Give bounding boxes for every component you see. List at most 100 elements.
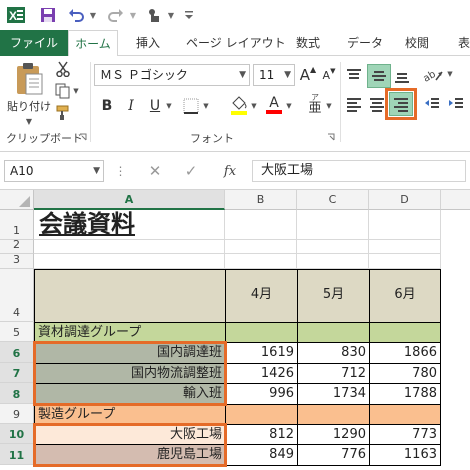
- copy-dropdown-icon[interactable]: ▼: [72, 86, 80, 96]
- cell[interactable]: [369, 254, 441, 269]
- save-icon[interactable]: [38, 6, 58, 24]
- bold-button[interactable]: B: [98, 96, 116, 116]
- worksheet-grid[interactable]: A B C D 1 2 3 4 5 6 7 8 9 10 11 会議資料 4月 …: [0, 190, 470, 470]
- align-right-icon[interactable]: [389, 92, 413, 116]
- group-label-cell[interactable]: 製造グループ: [34, 404, 226, 425]
- cut-icon[interactable]: [54, 60, 72, 78]
- tab-file[interactable]: ファイル: [0, 30, 68, 56]
- borders-icon[interactable]: [180, 96, 202, 116]
- row-header-8[interactable]: 8: [0, 383, 34, 404]
- orientation-dropdown-icon[interactable]: ▼: [446, 69, 454, 79]
- align-left-icon[interactable]: [344, 94, 364, 114]
- column-header-d[interactable]: D: [369, 190, 441, 210]
- cell[interactable]: [225, 210, 297, 240]
- row-header-5[interactable]: 5: [0, 322, 34, 342]
- tab-home[interactable]: ホーム: [68, 30, 118, 57]
- cell[interactable]: [369, 322, 441, 343]
- value-cell[interactable]: 1290: [297, 424, 370, 445]
- tab-data[interactable]: データ: [347, 30, 383, 56]
- underline-button[interactable]: U: [146, 96, 164, 116]
- cell[interactable]: [297, 240, 369, 254]
- tab-insert[interactable]: 挿入: [136, 30, 160, 56]
- row-header-11[interactable]: 11: [0, 444, 34, 465]
- grow-font-button[interactable]: A ▲: [298, 64, 318, 86]
- underline-dropdown-icon[interactable]: ▼: [165, 101, 173, 111]
- phonetic-dropdown-icon[interactable]: ▼: [325, 101, 333, 111]
- value-cell[interactable]: 849: [225, 444, 298, 466]
- cell[interactable]: [297, 210, 369, 240]
- borders-dropdown-icon[interactable]: ▼: [202, 101, 210, 111]
- value-cell[interactable]: 1866: [369, 342, 441, 364]
- shrink-font-button[interactable]: A ▼: [319, 64, 339, 86]
- value-cell[interactable]: 1619: [225, 342, 298, 364]
- paste-icon[interactable]: [6, 60, 52, 100]
- customize-qat-icon[interactable]: [182, 6, 196, 24]
- cancel-icon[interactable]: ✕: [144, 161, 166, 181]
- row-header-6[interactable]: 6: [0, 342, 34, 363]
- tab-review[interactable]: 校閲: [405, 30, 429, 56]
- align-top-icon[interactable]: [344, 66, 364, 86]
- column-header-c[interactable]: C: [297, 190, 369, 210]
- copy-icon[interactable]: [54, 82, 72, 100]
- team-name-cell[interactable]: 輸入班: [34, 383, 226, 405]
- cell[interactable]: [225, 254, 297, 269]
- tab-formulas[interactable]: 数式: [296, 30, 320, 56]
- column-header-a[interactable]: A: [34, 190, 225, 210]
- cell[interactable]: [34, 240, 225, 254]
- insert-function-button[interactable]: fx: [218, 161, 242, 181]
- value-cell[interactable]: 712: [297, 363, 370, 384]
- italic-button[interactable]: I: [122, 96, 140, 116]
- cell[interactable]: [225, 322, 298, 343]
- clipboard-launcher-icon[interactable]: [78, 132, 88, 142]
- row-header-3[interactable]: 3: [0, 253, 34, 269]
- enter-icon[interactable]: ✓: [180, 161, 202, 181]
- row-header-10[interactable]: 10: [0, 424, 34, 444]
- cell[interactable]: [225, 240, 297, 254]
- value-cell[interactable]: 996: [225, 383, 298, 405]
- month-header-cell[interactable]: 4月: [225, 269, 298, 323]
- tab-table[interactable]: 表: [458, 30, 470, 56]
- font-launcher-icon[interactable]: [326, 132, 336, 142]
- month-header-cell[interactable]: 6月: [369, 269, 441, 323]
- row-header-4[interactable]: 4: [0, 269, 34, 322]
- select-all-button[interactable]: [0, 190, 34, 210]
- format-painter-icon[interactable]: [54, 104, 72, 122]
- value-cell[interactable]: 830: [297, 342, 370, 364]
- column-header-e[interactable]: [441, 190, 470, 210]
- tab-page-layout[interactable]: ページ レイアウト: [186, 30, 286, 56]
- align-bottom-icon[interactable]: [392, 66, 412, 86]
- row-header-9[interactable]: 9: [0, 404, 34, 424]
- cell[interactable]: [225, 404, 298, 425]
- team-name-cell[interactable]: 国内調達班: [34, 342, 226, 364]
- cell[interactable]: [297, 322, 370, 343]
- undo-icon[interactable]: [66, 6, 86, 24]
- resize-handle-icon[interactable]: ⋮: [115, 162, 127, 180]
- align-center-icon[interactable]: [367, 94, 387, 114]
- cell[interactable]: [297, 254, 369, 269]
- header-cell[interactable]: [34, 269, 226, 323]
- factory-name-cell[interactable]: 大阪工場: [34, 424, 226, 445]
- month-header-cell[interactable]: 5月: [297, 269, 370, 323]
- phonetic-button[interactable]: ア 亜: [305, 94, 325, 116]
- value-cell[interactable]: 1788: [369, 383, 441, 405]
- value-cell[interactable]: 776: [297, 444, 370, 466]
- orientation-icon[interactable]: ab: [420, 64, 446, 86]
- paste-dropdown-icon[interactable]: ▼: [22, 116, 36, 126]
- font-size-select[interactable]: 11 ▼: [253, 64, 295, 86]
- font-color-button[interactable]: A: [264, 94, 284, 116]
- value-cell[interactable]: 780: [369, 363, 441, 384]
- undo-dropdown-icon[interactable]: ▼: [88, 6, 98, 24]
- fill-color-icon[interactable]: [228, 94, 250, 116]
- cell[interactable]: [369, 210, 441, 240]
- name-box[interactable]: A10 ▼: [4, 160, 104, 182]
- row-header-2[interactable]: 2: [0, 238, 34, 254]
- cell[interactable]: [297, 404, 370, 425]
- team-name-cell[interactable]: 国内物流調整班: [34, 363, 226, 384]
- font-color-dropdown-icon[interactable]: ▼: [285, 101, 293, 111]
- touch-mode-icon[interactable]: [144, 6, 164, 24]
- cell[interactable]: [369, 240, 441, 254]
- align-middle-icon[interactable]: [367, 64, 391, 88]
- value-cell[interactable]: 1163: [369, 444, 441, 466]
- row-header-1[interactable]: 1: [0, 210, 34, 240]
- redo-dropdown-icon[interactable]: ▼: [128, 6, 138, 24]
